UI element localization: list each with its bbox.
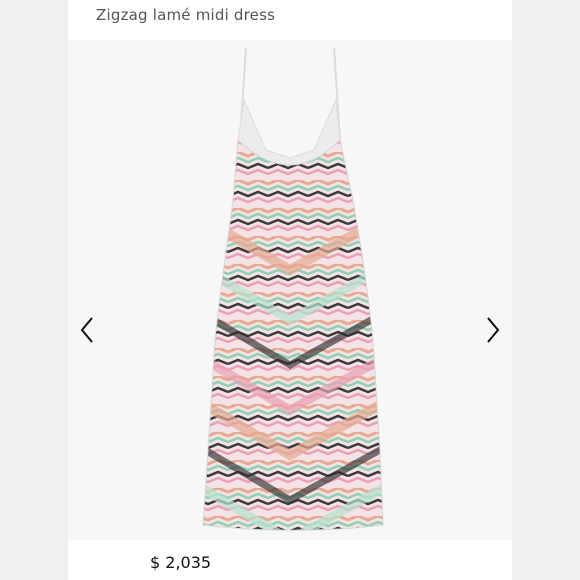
product-title: Zigzag lamé midi dress: [96, 6, 276, 24]
chevron-left-icon: [80, 317, 93, 343]
chevron-right-icon: [487, 317, 500, 343]
product-price: $ 2,035: [150, 553, 212, 572]
carousel-prev-button[interactable]: [72, 310, 102, 350]
product-image: [202, 47, 384, 531]
product-card: Zigzag lamé midi dress $ 2,035: [68, 0, 512, 580]
carousel-next-button[interactable]: [478, 310, 508, 350]
product-image-carousel[interactable]: [68, 40, 512, 540]
